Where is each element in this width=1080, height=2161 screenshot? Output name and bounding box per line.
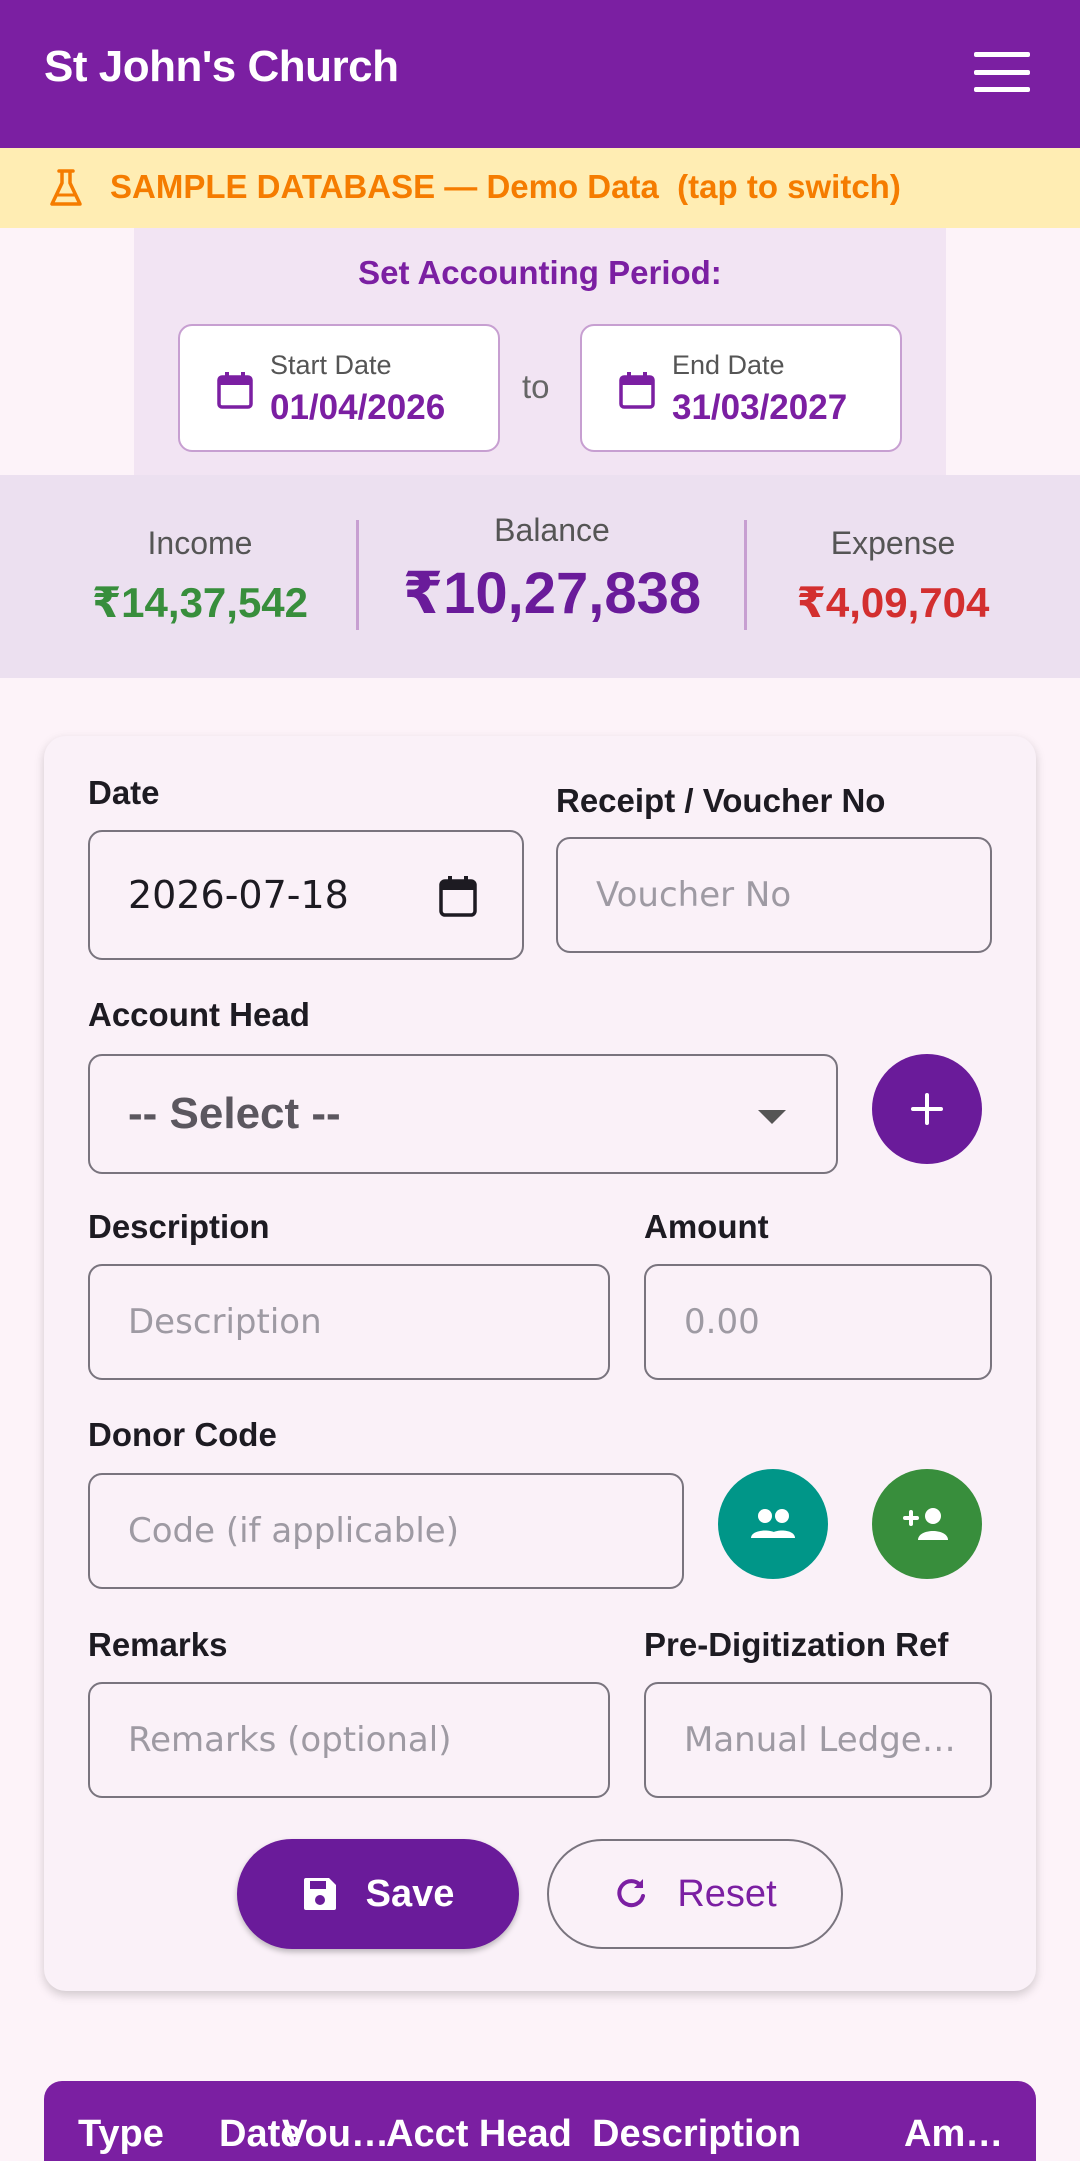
remarks-input[interactable]: Remarks (optional)	[88, 1682, 610, 1798]
app-title: St John's Church	[44, 42, 399, 91]
column-header-acct-head[interactable]: Acct Head	[386, 2113, 572, 2156]
balance-value: ₹10,27,838	[402, 561, 702, 626]
income-value: ₹14,37,542	[91, 579, 309, 626]
date-input[interactable]: 2026-07-18	[88, 830, 524, 960]
reset-button[interactable]: Reset	[547, 1839, 843, 1949]
save-label: Save	[365, 1872, 455, 1915]
calendar-icon[interactable]	[438, 874, 478, 918]
voucher-input[interactable]: Voucher No	[556, 837, 992, 953]
add-account-head-button[interactable]	[872, 1054, 982, 1164]
expense-label: Expense	[830, 525, 956, 561]
account-head-selected: -- Select --	[128, 1089, 341, 1138]
refresh-icon	[617, 1879, 646, 1908]
save-button[interactable]: Save	[237, 1839, 519, 1949]
donor-code-input[interactable]: Code (if applicable)	[88, 1473, 684, 1589]
balance-label: Balance	[494, 512, 610, 548]
donor-code-placeholder: Code (if applicable)	[128, 1511, 459, 1551]
select-donor-button[interactable]	[718, 1469, 828, 1579]
calendar-icon	[619, 372, 655, 409]
people-icon	[751, 1509, 795, 1538]
end-date-value: 31/03/2027	[672, 388, 848, 427]
start-date-value: 01/04/2026	[270, 388, 446, 427]
sample-database-banner[interactable]: SAMPLE DATABASE — Demo Data (tap to swit…	[0, 148, 1080, 228]
column-header-description[interactable]: Description	[592, 2113, 801, 2156]
pre-digitization-ref-label: Pre-Digitization Ref	[644, 1626, 949, 1663]
account-head-label: Account Head	[88, 996, 310, 1033]
summary-divider	[744, 520, 747, 630]
date-label: Date	[88, 774, 160, 811]
start-date-picker[interactable]: Start Date 01/04/2026	[178, 324, 500, 452]
period-left-spacer	[0, 228, 134, 475]
date-value: 2026-07-18	[128, 873, 349, 917]
accounting-period-panel: Set Accounting Period: Start Date 01/04/…	[134, 228, 946, 475]
remarks-placeholder: Remarks (optional)	[128, 1720, 452, 1760]
flask-icon	[50, 169, 82, 206]
person-add-icon	[903, 1508, 948, 1540]
period-separator: to	[522, 368, 550, 405]
description-label: Description	[88, 1208, 270, 1245]
column-header-amount[interactable]: Am…	[904, 2113, 1003, 2156]
income-label: Income	[147, 525, 253, 561]
summary-divider	[356, 520, 359, 630]
donor-code-label: Donor Code	[88, 1416, 277, 1453]
balance-summary: Balance ₹10,27,838	[372, 512, 732, 627]
end-date-label: End Date	[672, 350, 785, 380]
amount-placeholder: 0.00	[684, 1302, 760, 1342]
pre-digitization-ref-placeholder: Manual Ledge…	[684, 1720, 956, 1760]
entry-form-card: Date 2026-07-18 Receipt / Voucher No Vou…	[44, 736, 1036, 1991]
menu-icon[interactable]	[974, 52, 1030, 92]
description-input[interactable]: Description	[88, 1264, 610, 1380]
banner-text: SAMPLE DATABASE — Demo Data (tap to swit…	[110, 168, 901, 205]
income-summary: Income ₹14,37,542	[60, 525, 340, 627]
description-placeholder: Description	[128, 1302, 322, 1342]
plus-icon	[911, 1093, 943, 1125]
app-bar: St John's Church	[0, 0, 1080, 148]
chevron-down-icon	[758, 1110, 786, 1124]
pre-digitization-ref-input[interactable]: Manual Ledge…	[644, 1682, 992, 1798]
voucher-label: Receipt / Voucher No	[556, 782, 886, 819]
amount-input[interactable]: 0.00	[644, 1264, 992, 1380]
floppy-icon	[303, 1878, 336, 1910]
start-date-label: Start Date	[270, 350, 392, 380]
remarks-label: Remarks	[88, 1626, 228, 1663]
end-date-picker[interactable]: End Date 31/03/2027	[580, 324, 902, 452]
account-head-select[interactable]: -- Select --	[88, 1054, 838, 1174]
voucher-placeholder: Voucher No	[596, 875, 792, 915]
expense-value: ₹4,09,704	[796, 579, 990, 626]
transactions-table-header: Type Date Vou… Acct Head Description Am…	[44, 2081, 1036, 2161]
amount-label: Amount	[644, 1208, 769, 1245]
add-donor-button[interactable]	[872, 1469, 982, 1579]
calendar-icon	[217, 372, 253, 409]
column-header-type[interactable]: Type	[78, 2113, 164, 2156]
period-label: Set Accounting Period:	[358, 254, 722, 291]
reset-label: Reset	[677, 1872, 777, 1915]
column-header-voucher[interactable]: Vou…	[282, 2113, 389, 2156]
expense-summary: Expense ₹4,09,704	[760, 525, 1026, 627]
